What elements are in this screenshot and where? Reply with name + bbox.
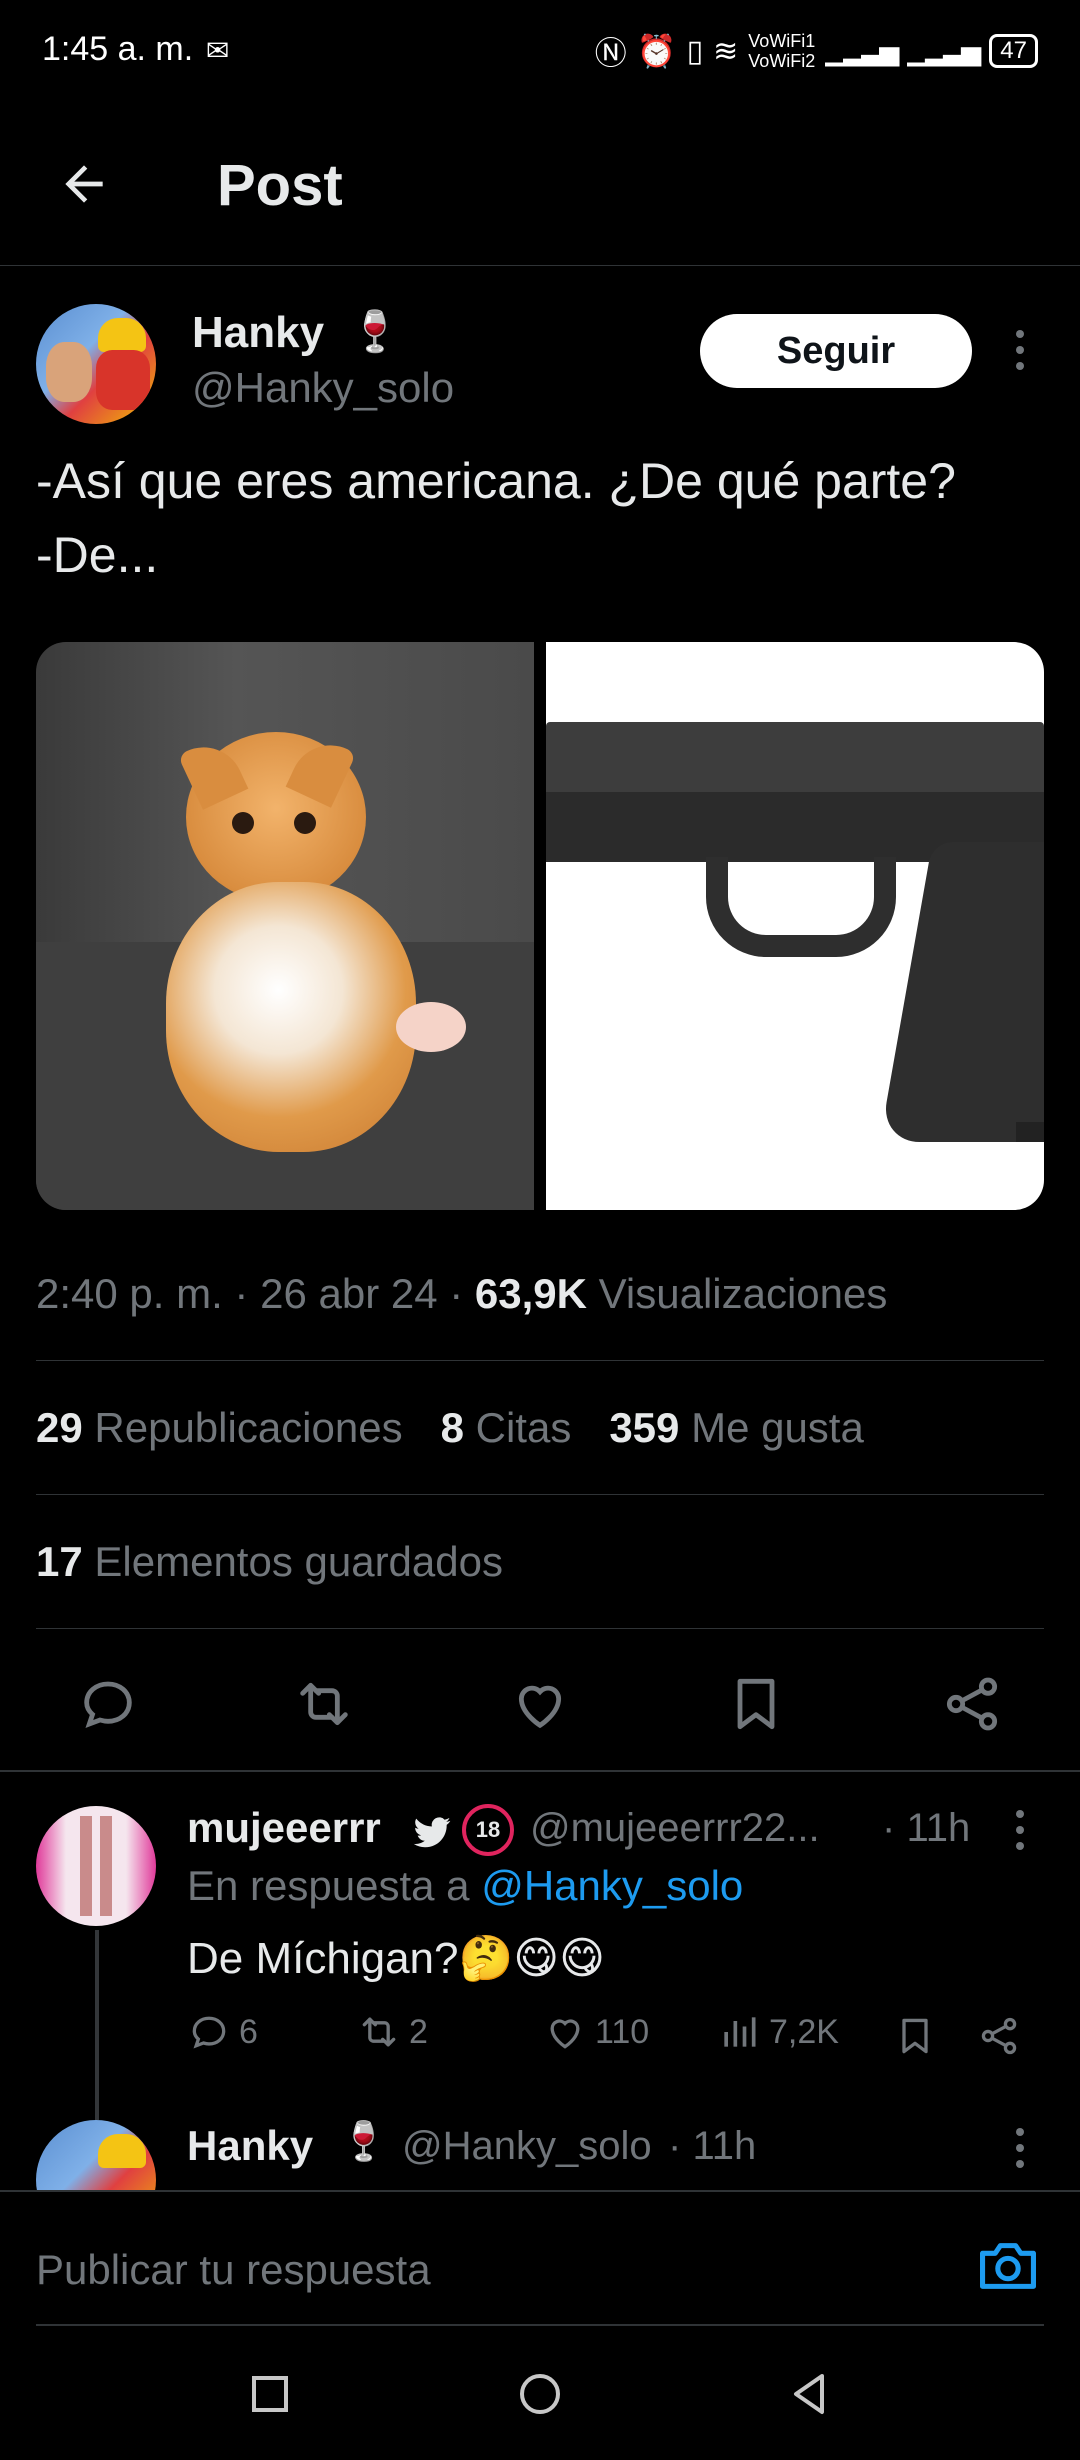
back-arrow-icon[interactable] bbox=[56, 156, 112, 212]
reply-icon[interactable] bbox=[76, 1672, 140, 1736]
pistol-image[interactable] bbox=[546, 642, 1044, 1210]
author-handle[interactable]: @Hanky_solo bbox=[192, 364, 454, 412]
reply-text: De Míchigan?🤔😋😋 bbox=[187, 1934, 605, 1983]
divider bbox=[36, 1628, 1044, 1629]
post-text: -Así que eres americana. ¿De qué parte? … bbox=[36, 453, 956, 583]
views-label[interactable]: Visualizaciones bbox=[599, 1270, 888, 1317]
reply-compose-bar: Publicar tu respuesta bbox=[0, 2190, 1080, 2326]
bookmark-icon[interactable] bbox=[724, 1672, 788, 1736]
share-icon[interactable] bbox=[940, 1672, 1004, 1736]
next-reply-author-name[interactable]: Hanky bbox=[187, 2122, 313, 2170]
vowifi-labels: VoWiFi1 VoWiFi2 bbox=[748, 31, 816, 71]
battery-icon: 47 bbox=[989, 34, 1038, 68]
kitten-image[interactable] bbox=[36, 642, 534, 1210]
home-icon[interactable] bbox=[516, 2370, 564, 2418]
nfc-icon: Ⓝ bbox=[594, 35, 627, 71]
bookmarks-stat[interactable]: 17 Elementos guardados bbox=[36, 1538, 503, 1586]
gmail-icon: ✉ bbox=[206, 35, 230, 66]
page-title: Post bbox=[217, 153, 343, 218]
reply-action-bar: 6 2 110 7,2K bbox=[187, 2010, 1037, 2066]
next-reply-time: · 11h bbox=[668, 2124, 757, 2168]
next-reply-author-handle[interactable]: @Hanky_solo bbox=[402, 2124, 652, 2169]
reposts-stat[interactable]: 29 Republicaciones bbox=[36, 1404, 403, 1452]
views-icon bbox=[724, 2017, 756, 2047]
recents-icon[interactable] bbox=[246, 2370, 294, 2418]
author-name[interactable]: Hanky bbox=[192, 308, 324, 358]
likes-stat[interactable]: 359 Me gusta bbox=[609, 1404, 864, 1452]
reply-input[interactable]: Publicar tu respuesta bbox=[36, 2246, 431, 2294]
camera-icon[interactable] bbox=[976, 2238, 1040, 2294]
repost-icon[interactable] bbox=[292, 1672, 356, 1736]
reply-repost-button[interactable]: 2 bbox=[357, 2010, 428, 2054]
post-date: 26 abr 24 bbox=[260, 1270, 438, 1317]
divider bbox=[36, 1494, 1044, 1495]
bird-icon bbox=[413, 1817, 451, 1848]
divider bbox=[36, 1360, 1044, 1361]
reply-share-icon[interactable] bbox=[977, 2014, 1021, 2058]
wifi-icon: ≋ bbox=[713, 34, 739, 68]
status-time: 1:45 a. m. bbox=[42, 30, 194, 68]
views-count: 63,9K bbox=[474, 1270, 587, 1317]
post-media[interactable] bbox=[36, 642, 1044, 1210]
signal-icon-2: ▁▂▃▅ bbox=[907, 35, 981, 66]
next-reply-more-options-icon[interactable] bbox=[1005, 2118, 1035, 2178]
quotes-stat[interactable]: 8 Citas bbox=[441, 1404, 572, 1452]
adults-only-icon: 18 bbox=[462, 1804, 514, 1856]
top-app-bar: Post bbox=[0, 100, 1080, 266]
reply-reply-button[interactable]: 6 bbox=[187, 2010, 258, 2054]
vibrate-icon: ▯ bbox=[686, 34, 704, 68]
section-divider bbox=[0, 1770, 1080, 1772]
back-icon[interactable] bbox=[786, 2370, 834, 2418]
reply-more-options-icon[interactable] bbox=[1005, 1800, 1035, 1860]
like-icon bbox=[550, 2019, 580, 2049]
reply-author-handle[interactable]: @mujeeerrr22... bbox=[530, 1806, 820, 1851]
like-icon[interactable] bbox=[508, 1672, 572, 1736]
signal-icon: ▁▂▃▅ bbox=[825, 35, 899, 66]
reply-to-line: En respuesta a @Hanky_solo bbox=[187, 1862, 744, 1909]
reply-avatar[interactable] bbox=[36, 1806, 156, 1926]
system-navigation-bar bbox=[0, 2326, 1080, 2460]
repost-icon bbox=[362, 2017, 396, 2047]
reply-to-handle-link[interactable]: @Hanky_solo bbox=[481, 1862, 743, 1909]
thread-line bbox=[95, 1930, 99, 2120]
status-icons: Ⓝ ⏰ ▯ ≋ VoWiFi1 VoWiFi2 ▁▂▃▅ ▁▂▃▅ 47 bbox=[595, 28, 1038, 74]
author-avatar[interactable] bbox=[36, 304, 156, 424]
reply-like-button[interactable]: 110 bbox=[543, 2010, 649, 2054]
reply-author-name[interactable]: mujeeerrr bbox=[187, 1804, 381, 1852]
status-bar: 1:45 a. m. ✉ Ⓝ ⏰ ▯ ≋ VoWiFi1 VoWiFi2 ▁▂▃… bbox=[0, 0, 1080, 100]
reply-time: · 11h bbox=[882, 1806, 971, 1850]
engagement-stats: 29 Republicaciones 8 Citas 359 Me gusta bbox=[36, 1404, 864, 1452]
post-action-bar bbox=[0, 1652, 1080, 1756]
post-meta: 2:40 p. m. · 26 abr 24 · 63,9K Visualiza… bbox=[36, 1270, 888, 1317]
wine-glass-icon: 🍷 bbox=[350, 310, 400, 354]
post-time: 2:40 p. m. bbox=[36, 1270, 223, 1317]
wine-glass-icon: 🍷 bbox=[340, 2121, 388, 2163]
reply-bookmark-icon[interactable] bbox=[893, 2014, 937, 2058]
more-options-icon[interactable] bbox=[1005, 320, 1035, 380]
follow-button[interactable]: Seguir bbox=[700, 314, 972, 388]
alarm-icon: ⏰ bbox=[636, 33, 677, 69]
reply-views-button[interactable]: 7,2K bbox=[717, 2010, 839, 2054]
reply-icon bbox=[192, 2016, 226, 2049]
